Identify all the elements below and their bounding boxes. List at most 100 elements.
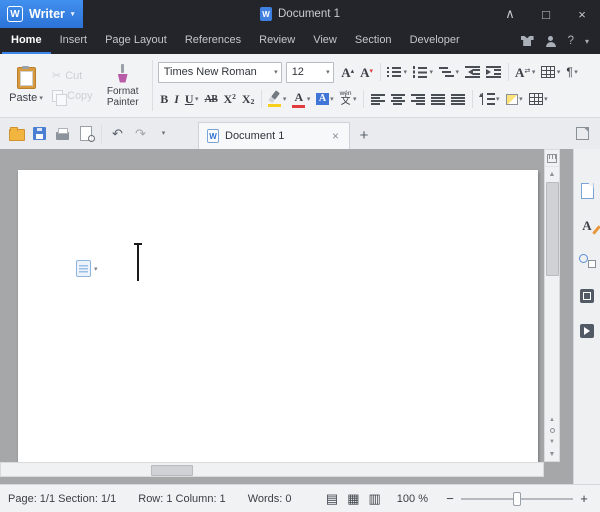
page-mode-button[interactable]: ▦ <box>347 492 359 505</box>
document-viewport[interactable]: ▾ <box>0 149 544 462</box>
justify-button[interactable] <box>428 88 447 110</box>
align-right-button[interactable] <box>408 88 427 110</box>
zoom-slider-thumb[interactable] <box>513 491 521 506</box>
underline-button[interactable]: U ▾ <box>182 88 201 110</box>
increase-font-button[interactable]: A ▴ <box>339 61 357 83</box>
sidebar-document-icon[interactable] <box>576 181 598 201</box>
zoom-level[interactable]: 100 % <box>397 493 428 505</box>
horizontal-scrollbar-thumb[interactable] <box>151 465 193 476</box>
copy-icon <box>52 90 67 106</box>
undo-button[interactable]: ↶ <box>107 122 128 146</box>
collapse-ribbon-button[interactable]: ▾ <box>585 37 589 46</box>
line-spacing-button[interactable]: ▾ <box>477 88 502 110</box>
menu-tab[interactable]: Section <box>346 28 401 54</box>
web-mode-button[interactable]: ▥ <box>369 492 381 505</box>
decrease-indent-button[interactable] <box>463 61 483 83</box>
multilevel-list-button[interactable]: ▾ <box>437 61 462 83</box>
ribbon-row1-icons: A ▴ A ▾ ▾ ▾ ▾ A ⇄ ▾ ▾ ¶ ▾ <box>339 61 581 83</box>
new-tab-button[interactable]: + <box>350 122 378 149</box>
undo-history-button[interactable]: ▾ <box>153 122 174 146</box>
previous-page-button[interactable]: ▲ <box>545 414 559 425</box>
zoom-in-button[interactable]: + <box>576 492 592 505</box>
bold-button[interactable]: B <box>158 88 171 110</box>
page-indicator[interactable]: Page: 1/1 Section: 1/1 <box>8 493 127 505</box>
print-preview-button[interactable] <box>75 122 96 146</box>
zoom-slider[interactable] <box>461 491 573 507</box>
open-button[interactable] <box>6 122 27 146</box>
menu-tab[interactable]: Page Layout <box>96 28 176 54</box>
align-left-button[interactable] <box>368 88 387 110</box>
strikethrough-button[interactable]: AB <box>202 88 220 110</box>
browse-object-button[interactable] <box>545 425 559 436</box>
vertical-scrollbar-thumb[interactable] <box>545 182 559 276</box>
subscript-button[interactable]: X 2 <box>239 88 256 110</box>
page[interactable]: ▾ <box>18 170 538 462</box>
side-toolbar: A <box>573 149 600 484</box>
tab-options-button[interactable] <box>570 122 594 146</box>
document-title: Document 1 <box>277 8 341 20</box>
copy-button[interactable]: Copy <box>49 89 96 106</box>
redo-button[interactable]: ↷ <box>130 122 151 146</box>
menu-tab[interactable]: References <box>176 28 250 54</box>
borders-button[interactable]: ▾ <box>526 88 550 110</box>
menu-tab[interactable]: Review <box>250 28 304 54</box>
vertical-scrollbar[interactable]: ▲ ▲ ▼ ▼ <box>544 149 560 462</box>
sidebar-styles-icon[interactable]: A <box>576 216 598 236</box>
sidebar-material-icon[interactable] <box>576 321 598 341</box>
document-tab[interactable]: W Document 1 × <box>198 122 350 149</box>
sidebar-fill-icon[interactable] <box>576 286 598 306</box>
font-size-select[interactable]: 12 ▾ <box>285 61 334 83</box>
highlight-color-button[interactable]: ▾ <box>266 88 289 110</box>
scroll-down-button[interactable]: ▼ <box>545 447 559 461</box>
help-button[interactable]: ? <box>568 35 574 47</box>
print-button[interactable] <box>52 122 73 146</box>
phonetic-guide-button[interactable]: wén 文 ▾ <box>337 88 359 110</box>
distribute-button[interactable] <box>448 88 468 110</box>
read-mode-button[interactable]: ▤ <box>326 492 338 505</box>
next-page-button[interactable]: ▼ <box>545 436 559 447</box>
superscript-button[interactable]: X 2 <box>221 88 238 110</box>
bullets-button[interactable]: ▾ <box>385 61 410 83</box>
save-button[interactable] <box>29 122 50 146</box>
text-direction-button[interactable]: A ⇄ ▾ <box>513 61 538 83</box>
numbering-button[interactable]: ▾ <box>411 61 436 83</box>
word-count[interactable]: Words: 0 <box>237 493 303 505</box>
decrease-font-button[interactable]: A ▾ <box>358 61 376 83</box>
ruler-toggle-button[interactable] <box>545 150 559 167</box>
close-tab-button[interactable]: × <box>330 129 341 143</box>
minimize-button[interactable]: ∧ <box>492 0 528 28</box>
paste-button[interactable]: Paste ▾ <box>6 56 46 115</box>
menu-tab[interactable]: Insert <box>51 28 97 54</box>
show-marks-button[interactable]: ¶ ▾ <box>564 61 580 83</box>
paragraph-layout-button[interactable]: ▾ <box>76 260 98 277</box>
chevron-down-icon: ▾ <box>531 69 536 76</box>
chevron-down-icon: ▾ <box>306 96 311 103</box>
account-button[interactable] <box>545 35 557 47</box>
skins-button[interactable] <box>520 36 534 46</box>
menu-tab[interactable]: Home <box>2 28 51 54</box>
maximize-button[interactable]: □ <box>528 0 564 28</box>
shading-button[interactable]: ▾ <box>503 88 525 110</box>
cut-button[interactable]: ✂ Cut <box>49 68 96 83</box>
scroll-up-button[interactable]: ▲ <box>545 167 559 181</box>
font-name-select[interactable]: Times New Roman ▾ <box>157 61 282 83</box>
font-color-button[interactable]: A ▾ <box>290 88 313 110</box>
horizontal-scrollbar[interactable] <box>0 462 544 477</box>
zoom-out-button[interactable]: − <box>442 492 458 505</box>
menu-tab[interactable]: View <box>304 28 346 54</box>
align-center-button[interactable] <box>388 88 407 110</box>
chevron-down-icon: ▾ <box>519 96 523 103</box>
close-button[interactable]: × <box>564 0 600 28</box>
titlebar: W Writer ▾ W Document 1 ∧ □ × <box>0 0 600 28</box>
format-painter-button[interactable]: Format Painter <box>99 56 147 115</box>
app-name-label: Writer <box>29 7 65 21</box>
increase-indent-button[interactable] <box>484 61 504 83</box>
char-shading-button[interactable]: A ▾ <box>314 88 336 110</box>
app-menu-button[interactable]: W Writer ▾ <box>0 0 84 28</box>
sidebar-shapes-icon[interactable] <box>576 251 598 271</box>
font-panel: Times New Roman ▾ 12 ▾ A ▴ A ▾ ▾ ▾ ▾ A ⇄… <box>157 56 598 115</box>
menu-tab[interactable]: Developer <box>401 28 469 54</box>
italic-button[interactable]: I <box>172 88 182 110</box>
insert-table-button[interactable]: ▾ <box>539 61 563 83</box>
chevron-down-icon: ▾ <box>70 11 75 18</box>
